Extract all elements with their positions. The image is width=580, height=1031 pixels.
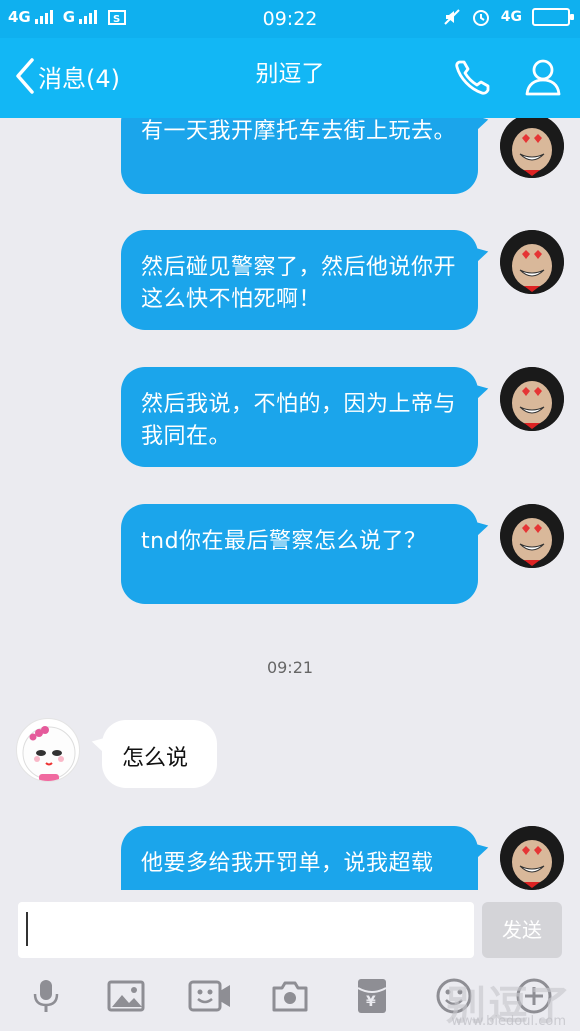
microphone-icon [33,980,59,1012]
camera-icon [272,981,308,1012]
composer: 发送 [0,890,580,960]
video-call-icon [188,980,230,1012]
watermark: 别逗了 www.biedoul.com [446,973,572,1031]
message-text: 然后我说，不怕的，因为上帝与我同在。 [141,392,457,449]
message-bubble-out[interactable]: 他要多给我开罚单，说我超载 [121,826,478,890]
svg-text:¥: ¥ [366,994,376,1010]
status-bar: 4G G S 09:22 4G [0,0,580,38]
voice-button[interactable] [26,976,66,1016]
chat-area[interactable]: 有一天我开摩托车去街上玩去。 然后碰见警察了，然后他说你开这么快不怕死啊！ 然后… [0,118,580,890]
avatar[interactable] [500,118,564,178]
red-packet-icon: ¥ [357,979,387,1013]
alarm-icon [472,10,489,26]
monkey-avatar-icon [500,230,564,294]
message-bubble-out[interactable]: 然后碰见警察了，然后他说你开这么快不怕死啊！ [121,230,478,330]
camera-button[interactable] [270,976,310,1016]
mute-icon [444,9,460,25]
phone-icon [455,60,490,95]
message-text: tnd你在最后警察怎么说了？ [141,529,427,554]
network-label-right: 4G [500,9,522,25]
avatar[interactable] [16,718,80,782]
battery-icon [532,8,574,26]
monkey-avatar-icon [500,504,564,568]
message-bubble-out[interactable]: tnd你在最后警察怎么说了？ [121,504,478,604]
message-text: 有一天我开摩托车去街上玩去。 [141,119,457,144]
red-packet-button[interactable]: ¥ [352,976,392,1016]
monkey-avatar-icon [500,826,564,890]
profile-button[interactable] [522,56,564,98]
image-icon [107,980,145,1012]
message-bubble-in[interactable]: 怎么说 [102,720,217,788]
avatar[interactable] [500,826,564,890]
call-button[interactable] [452,56,494,98]
avatar[interactable] [500,367,564,431]
watermark-url: www.biedoul.com [451,1014,566,1029]
monkey-avatar-icon [500,118,564,178]
message-text: 他要多给我开罚单，说我超载 [141,851,434,876]
text-caret [26,912,28,946]
title-bar: 消息(4) 别逗了 [0,38,580,118]
message-bubble-out[interactable]: 然后我说，不怕的，因为上帝与我同在。 [121,367,478,467]
cartoon-girl-avatar-icon [22,726,76,781]
video-call-button[interactable] [188,976,230,1016]
message-bubble-out[interactable]: 有一天我开摩托车去街上玩去。 [121,118,478,194]
message-text: 怎么说 [122,746,189,771]
message-input[interactable] [18,902,474,958]
avatar[interactable] [500,230,564,294]
composer-toolbar: ¥ 别逗了 www.biedoul.com [0,960,580,1031]
message-text: 然后碰见警察了，然后他说你开这么快不怕死啊！ [141,255,457,312]
message-timestamp: 09:21 [266,658,314,677]
monkey-avatar-icon [500,367,564,431]
status-right: 4G [443,7,574,27]
person-icon [525,59,561,96]
avatar[interactable] [500,504,564,568]
send-button[interactable]: 发送 [482,902,562,958]
image-button[interactable] [106,976,146,1016]
